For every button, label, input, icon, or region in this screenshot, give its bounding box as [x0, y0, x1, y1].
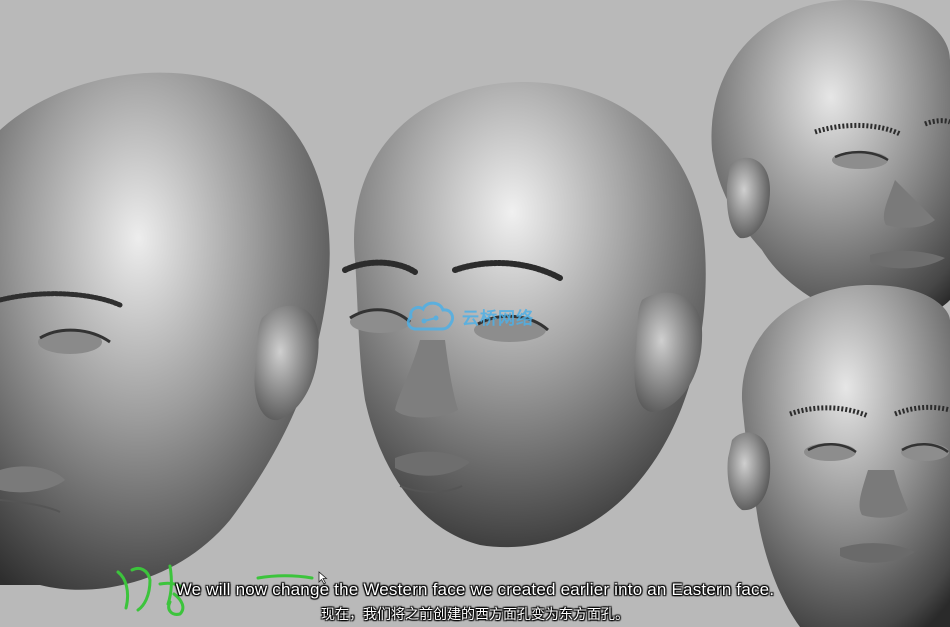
head-eastern-bottom-right — [727, 285, 950, 627]
head-eastern-top-right — [711, 0, 950, 324]
head-western-left — [0, 72, 330, 590]
subtitle-english: We will now change the Western face we c… — [175, 580, 775, 599]
watermark: 云桥网络 — [404, 298, 534, 334]
video-frame: 云桥网络 We will now change the Western face… — [0, 0, 950, 627]
ear-left-head — [254, 305, 319, 421]
cloud-icon — [406, 301, 455, 331]
subtitle-chinese: 现在，我们将之前创建的西方面孔变为东方面孔。 — [321, 607, 629, 623]
ear-center-head — [634, 292, 703, 412]
watermark-text: 云桥网络 — [462, 308, 534, 329]
